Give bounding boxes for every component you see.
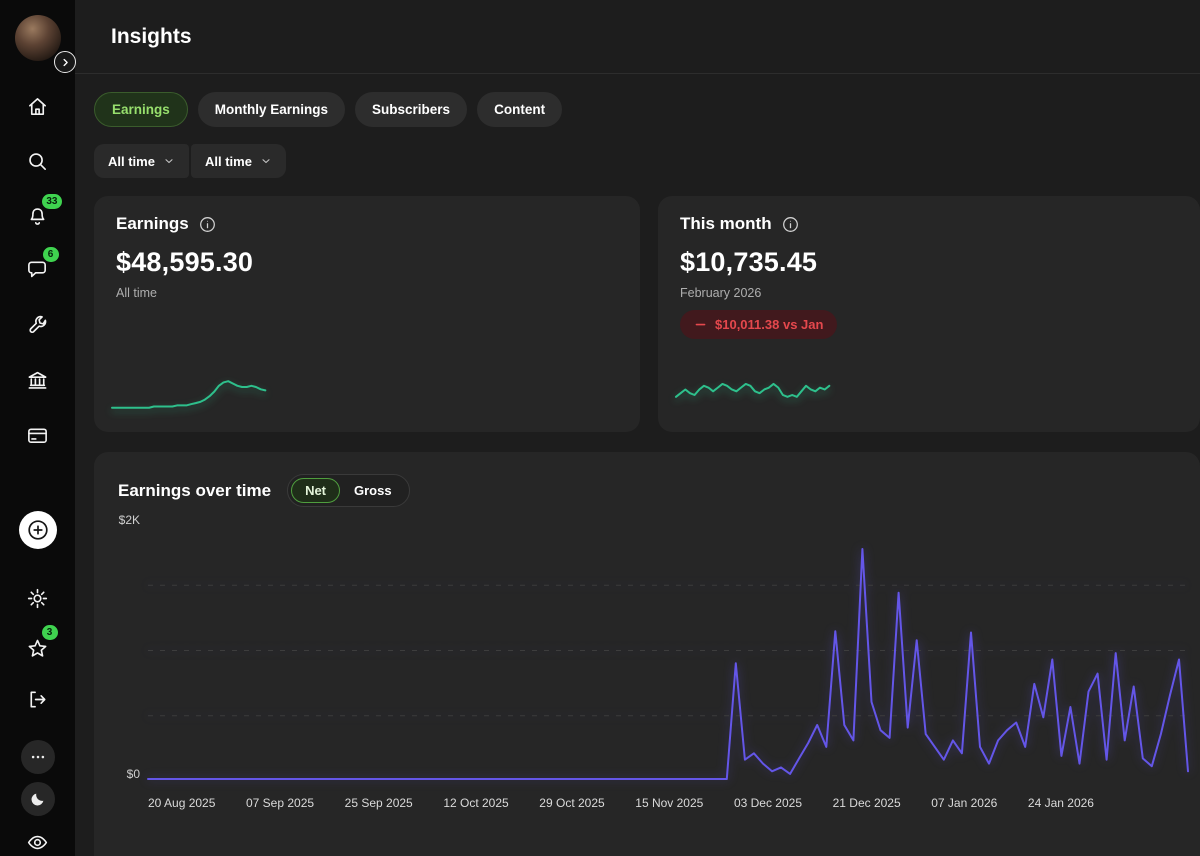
favorites-badge: 3	[42, 625, 58, 640]
dark-mode-button[interactable]	[21, 782, 55, 816]
x-axis-labels: 20 Aug 2025 07 Sep 2025 25 Sep 2025 12 O…	[148, 796, 1094, 810]
bank-icon	[26, 369, 49, 392]
card-title: Earnings	[116, 214, 189, 234]
topbar: Insights	[75, 0, 1200, 74]
ellipsis-icon	[29, 748, 47, 766]
gear-icon	[26, 587, 49, 610]
filter-label: All time	[108, 154, 155, 169]
chevron-right-icon	[59, 56, 72, 69]
earnings-info-icon[interactable]	[198, 215, 217, 234]
home-icon	[26, 95, 49, 118]
this-month-info-icon[interactable]	[781, 215, 800, 234]
sidebar-item-messages[interactable]: 6	[25, 256, 51, 282]
y-axis-min-label: $0	[104, 767, 140, 781]
more-button[interactable]	[21, 740, 55, 774]
tabs: Earnings Monthly Earnings Subscribers Co…	[94, 92, 1200, 127]
earnings-sparkline	[112, 372, 265, 418]
avatar[interactable]	[15, 15, 61, 61]
chevron-down-icon	[260, 155, 272, 167]
earnings-line-chart	[148, 520, 1188, 781]
tab-monthly-earnings[interactable]: Monthly Earnings	[198, 92, 345, 127]
toggle-gross[interactable]: Gross	[340, 478, 406, 503]
this-month-period: February 2026	[680, 286, 1178, 300]
time-filter-dropdown-2[interactable]: All time	[191, 144, 286, 178]
x-axis-tick: 07 Sep 2025	[246, 796, 314, 810]
x-axis-tick: 07 Jan 2026	[931, 796, 997, 810]
star-icon	[26, 637, 49, 660]
plus-circle-icon	[26, 518, 50, 542]
sidebar-item-notifications[interactable]: 33	[25, 203, 51, 229]
main-content: Insights Earnings Monthly Earnings Subsc…	[75, 0, 1200, 856]
y-axis-max-label: $2K	[104, 513, 140, 527]
earnings-period: All time	[116, 286, 618, 300]
page-title: Insights	[111, 25, 192, 49]
x-axis-tick: 24 Jan 2026	[1028, 796, 1094, 810]
search-icon	[26, 150, 49, 173]
chevron-down-icon	[163, 155, 175, 167]
notifications-badge: 33	[42, 194, 61, 209]
time-filter-dropdown-1[interactable]: All time	[94, 144, 189, 178]
sidebar-item-payments[interactable]	[25, 422, 51, 448]
stat-cards: Earnings $48,595.30 All time This month …	[94, 196, 1200, 432]
this-month-card: This month $10,735.45 February 2026 $10,…	[658, 196, 1200, 432]
logout-button[interactable]	[25, 686, 51, 712]
wrench-icon	[26, 314, 49, 337]
this-month-value: $10,735.45	[680, 247, 1178, 278]
toggle-net[interactable]: Net	[291, 478, 340, 503]
x-axis-tick: 25 Sep 2025	[345, 796, 413, 810]
tab-content[interactable]: Content	[477, 92, 562, 127]
messages-badge: 6	[43, 247, 59, 262]
sidebar: 33 6 3	[0, 0, 75, 856]
this-month-sparkline	[676, 372, 829, 418]
logout-icon	[26, 688, 49, 711]
earnings-card: Earnings $48,595.30 All time	[94, 196, 640, 432]
net-gross-toggle: Net Gross	[287, 474, 410, 507]
content: Earnings Monthly Earnings Subscribers Co…	[75, 74, 1200, 856]
month-delta-badge: $10,011.38 vs Jan	[680, 310, 837, 339]
eye-icon	[26, 831, 49, 854]
x-axis-tick: 29 Oct 2025	[539, 796, 604, 810]
credit-card-icon	[26, 424, 49, 447]
visibility-button[interactable]	[25, 829, 51, 855]
filter-label: All time	[205, 154, 252, 169]
month-delta-text: $10,011.38 vs Jan	[715, 317, 823, 332]
sidebar-item-bank[interactable]	[25, 367, 51, 393]
sidebar-item-settings[interactable]	[25, 585, 51, 611]
tab-subscribers[interactable]: Subscribers	[355, 92, 467, 127]
x-axis-tick: 03 Dec 2025	[734, 796, 802, 810]
moon-icon	[29, 790, 47, 808]
sidebar-collapse-button[interactable]	[54, 51, 76, 73]
filters: All time All time	[94, 144, 1200, 178]
x-axis-tick: 20 Aug 2025	[148, 796, 215, 810]
earnings-over-time-card: Earnings over time Net Gross $2K $0 20 A…	[94, 452, 1200, 856]
x-axis-tick: 12 Oct 2025	[443, 796, 508, 810]
earnings-value: $48,595.30	[116, 247, 618, 278]
x-axis-tick: 21 Dec 2025	[833, 796, 901, 810]
sidebar-item-home[interactable]	[25, 93, 51, 119]
x-axis-tick: 15 Nov 2025	[635, 796, 703, 810]
sidebar-item-favorites[interactable]: 3	[25, 635, 51, 661]
tab-earnings[interactable]: Earnings	[94, 92, 188, 127]
add-content-button[interactable]	[19, 511, 57, 549]
sidebar-item-search[interactable]	[25, 148, 51, 174]
sidebar-item-tools[interactable]	[25, 312, 51, 338]
chart-title: Earnings over time	[118, 481, 271, 501]
card-title: This month	[680, 214, 772, 234]
minus-icon	[694, 318, 707, 331]
